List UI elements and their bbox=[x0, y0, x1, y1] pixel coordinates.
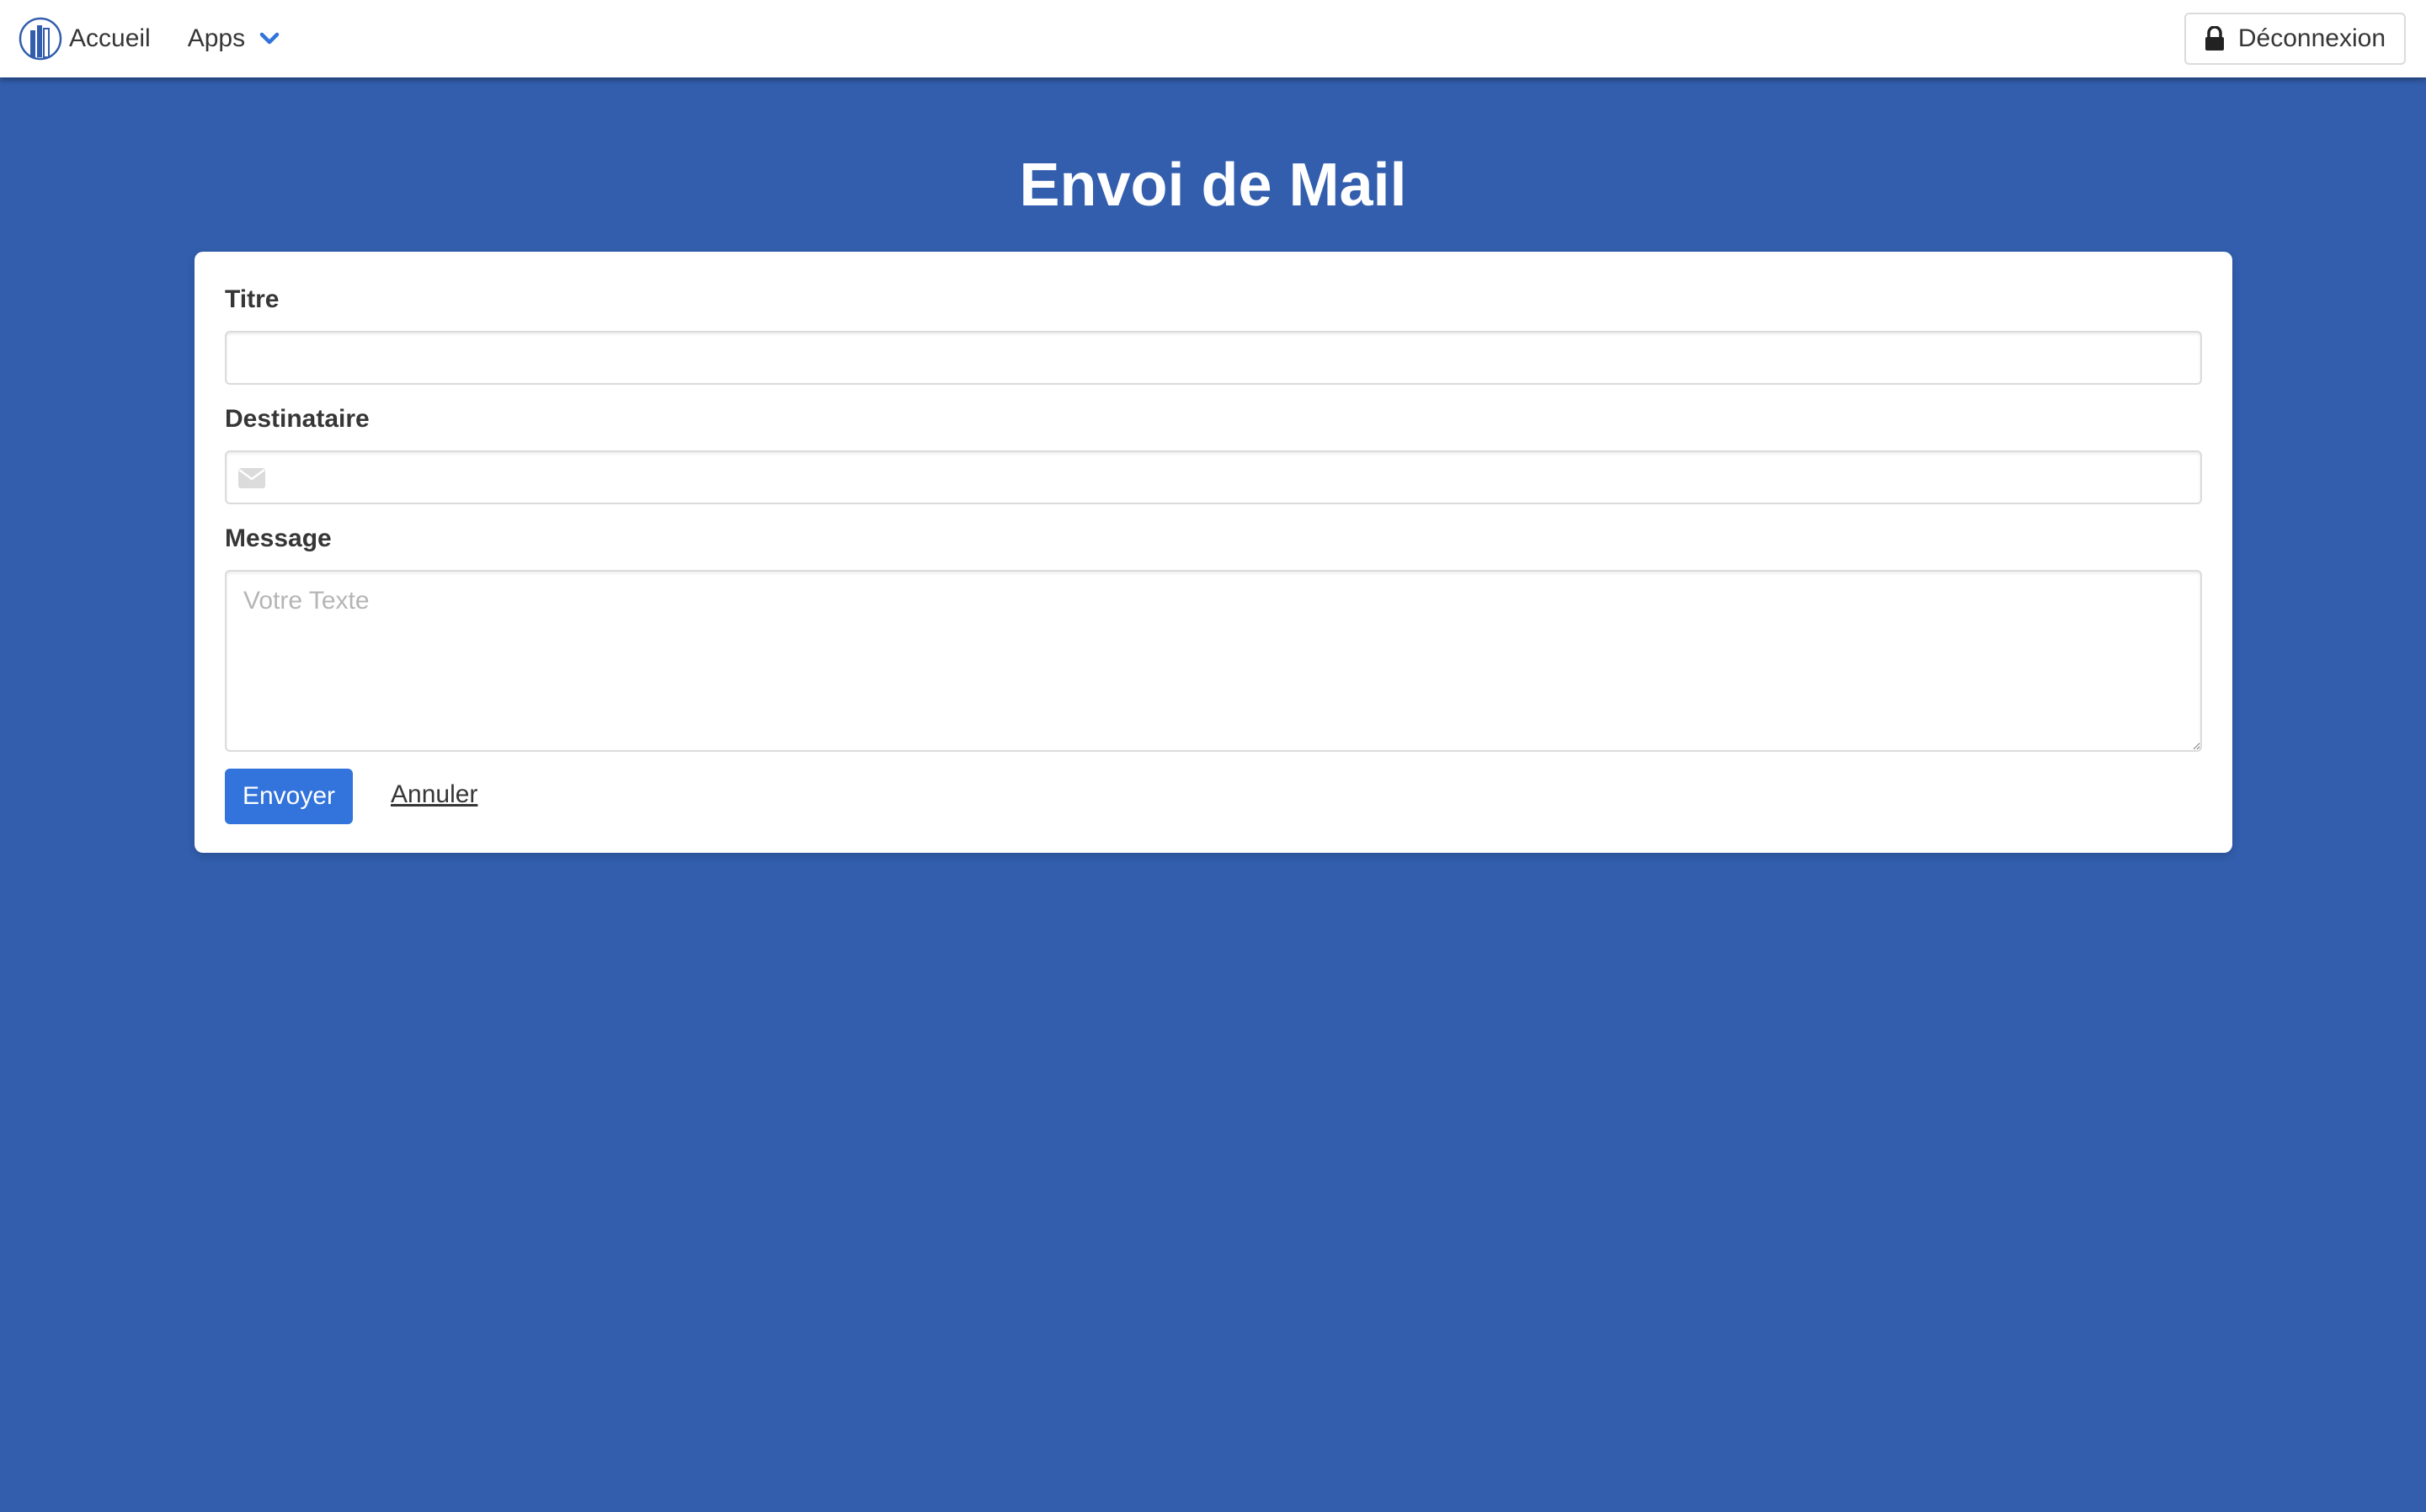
building-logo-icon[interactable] bbox=[19, 17, 62, 61]
message-textarea[interactable] bbox=[225, 570, 2202, 752]
apps-label: Apps bbox=[187, 24, 246, 52]
lock-icon bbox=[2205, 25, 2225, 51]
apps-dropdown[interactable]: Apps bbox=[188, 24, 280, 53]
title-label: Titre bbox=[225, 285, 280, 313]
logout-button[interactable]: Déconnexion bbox=[2183, 13, 2406, 65]
top-navbar: Accueil Apps Déconnexion bbox=[0, 0, 2426, 77]
nav-left: Accueil Apps bbox=[19, 0, 280, 77]
nav-home-link[interactable]: Accueil bbox=[69, 24, 151, 53]
recipient-label: Destinataire bbox=[225, 405, 370, 433]
message-label: Message bbox=[225, 524, 332, 552]
chevron-down-icon bbox=[259, 28, 280, 50]
page-title: Envoi de Mail bbox=[1019, 152, 1407, 219]
title-input[interactable] bbox=[225, 331, 2202, 385]
send-button[interactable]: Envoyer bbox=[225, 769, 353, 824]
recipient-input[interactable] bbox=[225, 450, 2202, 504]
mail-form-card: Titre Destinataire Message Envoyer Annul… bbox=[195, 252, 2232, 853]
envelope-icon bbox=[238, 468, 265, 488]
logout-label: Déconnexion bbox=[2237, 24, 2386, 52]
cancel-link[interactable]: Annuler bbox=[391, 780, 477, 809]
